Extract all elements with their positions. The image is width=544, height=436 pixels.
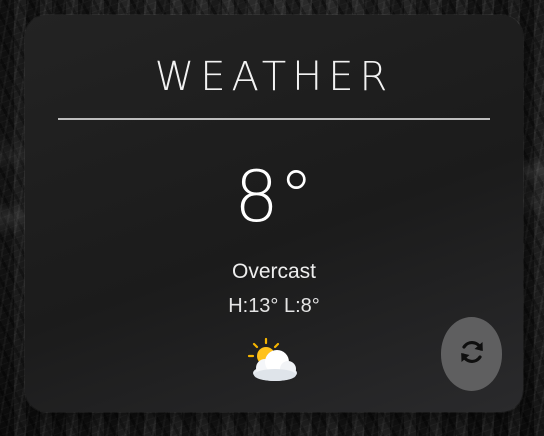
refresh-button[interactable] [441, 317, 502, 391]
sun-behind-cloud-icon [245, 337, 301, 383]
weather-widget: WEATHER 8° Overcast H:13° L:8° [25, 15, 523, 412]
high-low-temperature: H:13° L:8° [228, 295, 320, 317]
current-temperature: 8° [234, 156, 314, 238]
widget-title: WEATHER [154, 54, 394, 100]
weather-condition: Overcast [231, 260, 317, 283]
title-divider [58, 118, 490, 120]
refresh-icon [457, 337, 487, 371]
